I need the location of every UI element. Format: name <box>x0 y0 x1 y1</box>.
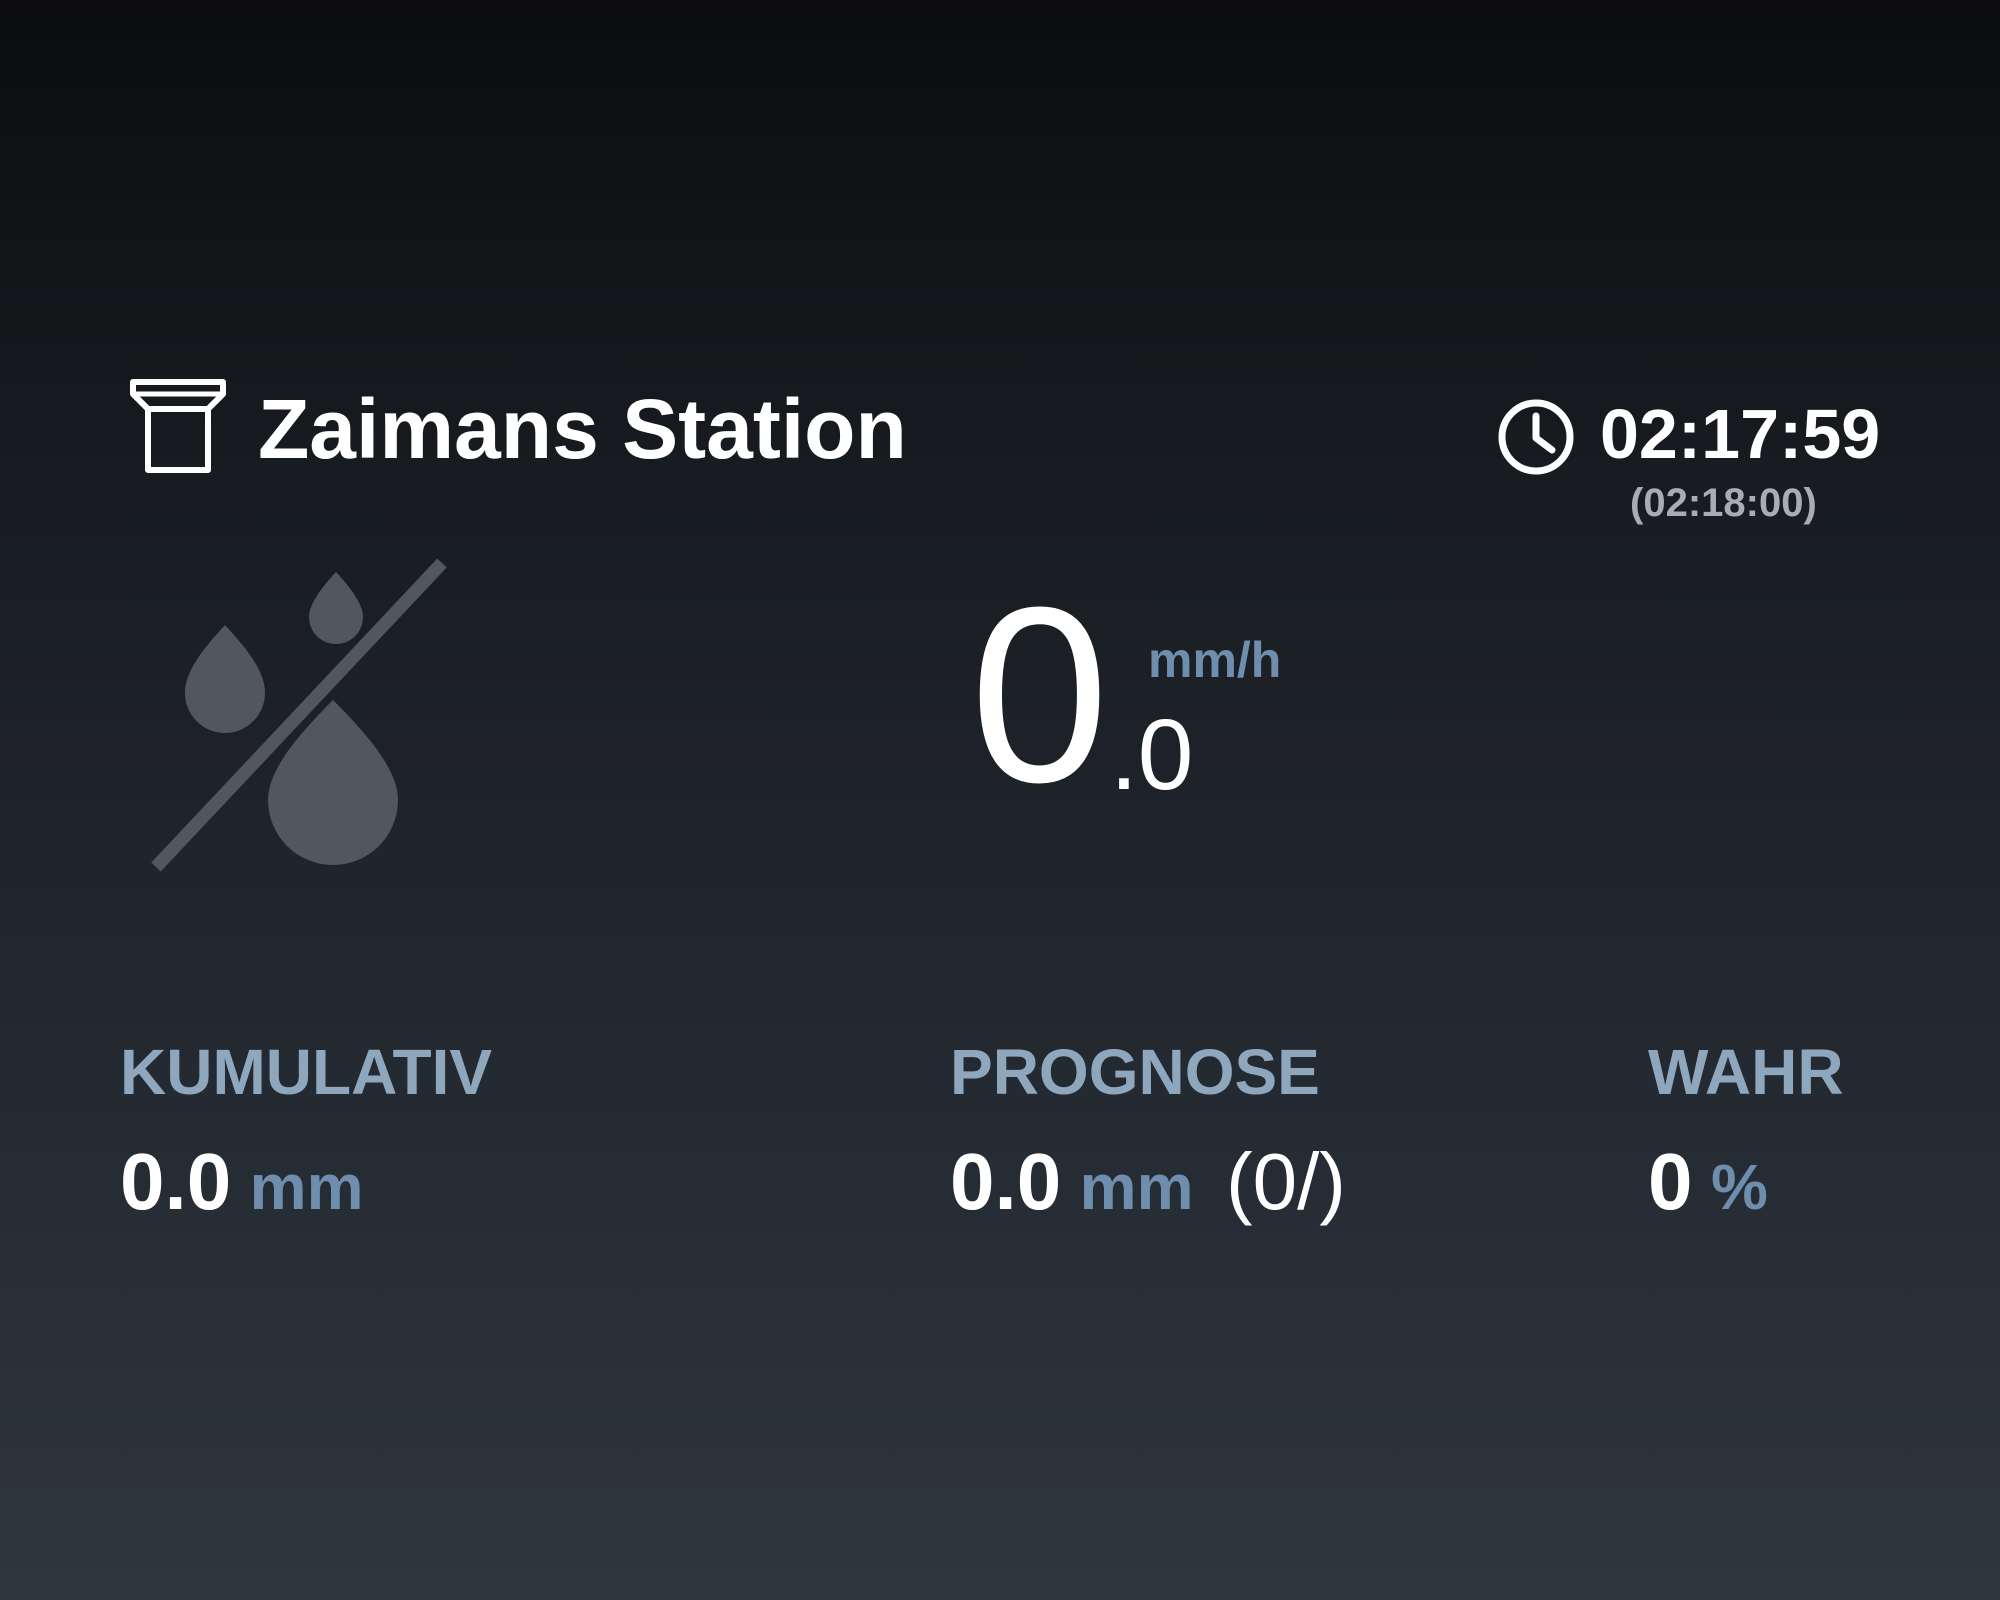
clock-icon <box>1498 399 1574 475</box>
forecast-extra: (0/) <box>1225 1137 1346 1226</box>
probability-label: WAHR <box>1648 1036 1844 1108</box>
rain-rate-integer: 0 <box>970 555 1110 834</box>
probability-value: 0 <box>1648 1137 1693 1226</box>
probability-unit: % <box>1710 1151 1768 1223</box>
cumulative-value: 0.0 <box>120 1137 232 1226</box>
cumulative-value-group: 0.0 mm <box>120 1137 363 1232</box>
no-rain-icon <box>151 558 447 872</box>
rain-rate-unit: mm/h <box>1148 632 1282 688</box>
cumulative-unit: mm <box>249 1151 364 1223</box>
station-name: Zaimans Station <box>258 382 907 476</box>
forecast-label: PROGNOSE <box>950 1036 1320 1108</box>
cumulative-label: KUMULATIV <box>120 1036 493 1108</box>
forecast-value: 0.0 <box>950 1137 1062 1226</box>
current-time: 02:17:59 <box>1600 395 1881 473</box>
rain-rate-decimal: .0 <box>1110 699 1194 811</box>
reference-time: (02:18:00) <box>1630 481 1817 525</box>
forecast-unit: mm <box>1079 1151 1194 1223</box>
probability-value-group: 0 % <box>1648 1137 1768 1232</box>
rain-gauge-icon <box>130 379 226 473</box>
forecast-value-group: 0.0 mm (0/) <box>950 1137 1346 1232</box>
